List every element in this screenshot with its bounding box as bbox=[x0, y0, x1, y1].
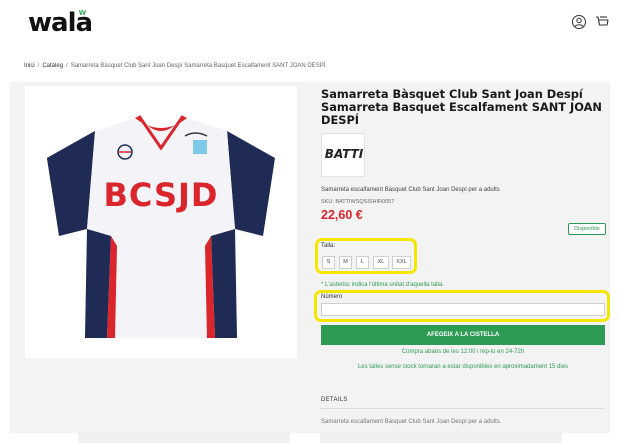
number-label: Número bbox=[321, 294, 343, 300]
size-option-xl[interactable]: XL bbox=[373, 256, 389, 269]
breadcrumb-current: Samarreta Bàsquet Club Sant Joan Despí S… bbox=[70, 63, 326, 69]
jersey-text: BCSJD bbox=[103, 176, 219, 214]
availability-info: Les talles sense stock tornaran a estar … bbox=[357, 364, 569, 370]
product-image[interactable]: BCSJD bbox=[25, 86, 297, 358]
details-heading[interactable]: DETAILS bbox=[321, 397, 348, 403]
add-to-cart-button[interactable]: AFEGEIX A LA CISTELLA bbox=[321, 325, 605, 345]
related-thumbnail[interactable] bbox=[320, 433, 562, 443]
logo-superscript: w bbox=[79, 7, 87, 17]
jersey-image bbox=[47, 115, 275, 338]
breadcrumb: Inici / Catàleg / Samarreta Bàsquet Club San… bbox=[24, 63, 325, 69]
size-option-m[interactable]: M bbox=[339, 256, 352, 269]
site-header: wala w bbox=[0, 0, 621, 52]
size-option-xxl[interactable]: XXL bbox=[392, 256, 411, 269]
product-price: 22,60 € bbox=[321, 208, 363, 222]
size-note: * L'asterisc indica l'última unitat d'aq… bbox=[321, 282, 444, 288]
stock-badge: Disponible bbox=[568, 223, 606, 235]
number-input[interactable] bbox=[321, 303, 605, 316]
user-circle-icon[interactable] bbox=[571, 14, 587, 30]
breadcrumb-separator: / bbox=[37, 63, 40, 69]
breadcrumb-home[interactable]: Inici bbox=[24, 63, 35, 69]
product-sku: SKU: BATTIWSQSISHIR0057 bbox=[321, 199, 395, 205]
related-thumbnail[interactable] bbox=[78, 433, 290, 443]
size-option-l[interactable]: L bbox=[356, 256, 369, 269]
brand-name: BATTI bbox=[324, 147, 364, 161]
cart-icon[interactable] bbox=[594, 14, 610, 30]
product-title: Samarreta Bàsquet Club Sant Joan Despí S… bbox=[321, 87, 602, 128]
size-label: Talla: bbox=[321, 243, 336, 249]
product-description: Samarreta escalfament Bàsquet Club Sant … bbox=[321, 187, 500, 193]
breadcrumb-catalog[interactable]: Catàleg bbox=[42, 63, 63, 69]
details-divider bbox=[321, 408, 605, 409]
breadcrumb-separator: / bbox=[66, 63, 68, 69]
details-text: Samarreta escalfament Bàsquet Club Sant … bbox=[321, 419, 502, 425]
size-option-s[interactable]: S bbox=[322, 256, 335, 269]
brand-logo[interactable]: BATTI bbox=[321, 133, 365, 177]
shipping-info: Compra abans de les 12:00 i rep-lo en 24… bbox=[401, 349, 525, 355]
